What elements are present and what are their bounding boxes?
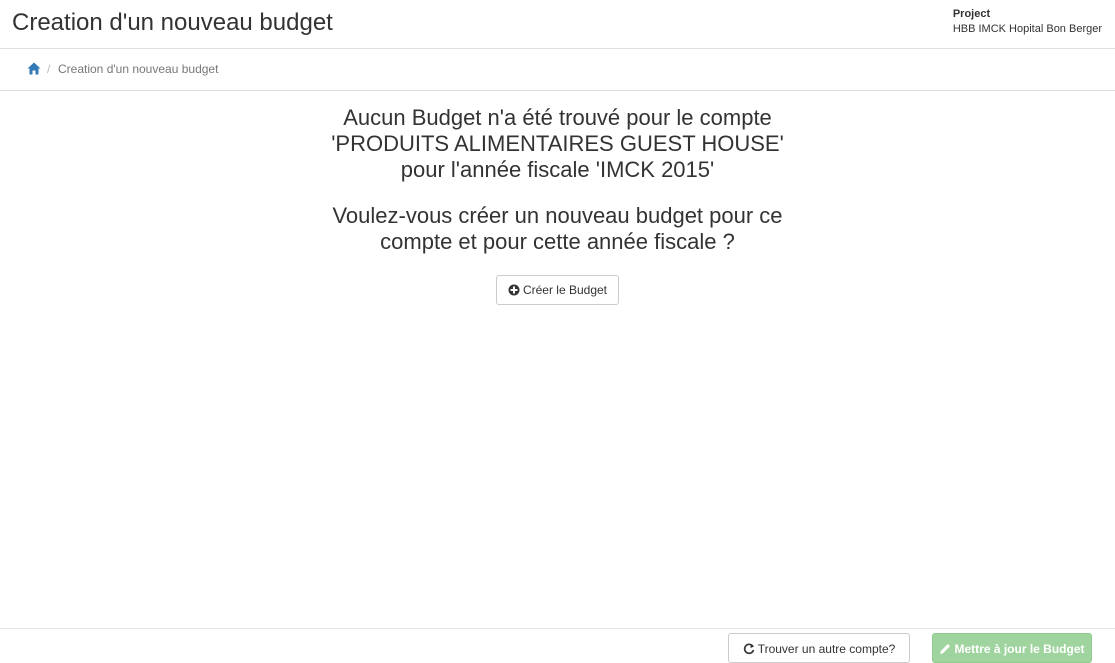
plus-circle-icon: [508, 278, 520, 306]
project-label: Project: [952, 8, 991, 20]
update-budget-button[interactable]: Mettre à jour le Budget: [932, 633, 1092, 663]
create-budget-label: Créer le Budget: [522, 283, 608, 297]
page: Creation d'un nouveau budget Project HBB…: [0, 0, 1115, 663]
message-fiscal-year: pour l'année fiscale 'IMCK 2015': [400, 157, 715, 182]
main-content: Aucun Budget n'a été trouvé pour le comp…: [0, 91, 1115, 255]
breadcrumb-current: Creation d'un nouveau budget: [58, 62, 219, 76]
refresh-icon: [743, 637, 755, 663]
question-line: compte et pour cette année fiscale ?: [380, 229, 735, 254]
message-account: 'PRODUITS ALIMENTAIRES GUEST HOUSE': [331, 131, 784, 156]
page-header: Creation d'un nouveau budget Project HBB…: [0, 0, 1115, 49]
pencil-icon: [939, 637, 951, 663]
breadcrumb: / Creation d'un nouveau budget: [0, 49, 1115, 91]
not-found-message: Aucun Budget n'a été trouvé pour le comp…: [0, 105, 1115, 183]
breadcrumb-separator: /: [47, 62, 51, 76]
page-title: Creation d'un nouveau budget: [12, 9, 333, 36]
question-line: Voulez-vous créer un nouveau budget pour…: [332, 203, 783, 228]
home-icon[interactable]: [27, 62, 41, 76]
project-info: Project HBB IMCK Hopital Bon Berger: [953, 7, 1102, 37]
create-budget-button[interactable]: Créer le Budget: [496, 275, 619, 305]
update-budget-label: Mettre à jour le Budget: [954, 642, 1085, 656]
message-line: Aucun Budget n'a été trouvé pour le comp…: [343, 105, 772, 130]
project-name: HBB IMCK Hopital Bon Berger: [952, 23, 1102, 35]
find-account-label: Trouver un autre compte?: [757, 642, 896, 656]
find-account-button[interactable]: Trouver un autre compte?: [728, 633, 910, 663]
create-question: Voulez-vous créer un nouveau budget pour…: [0, 203, 1115, 255]
